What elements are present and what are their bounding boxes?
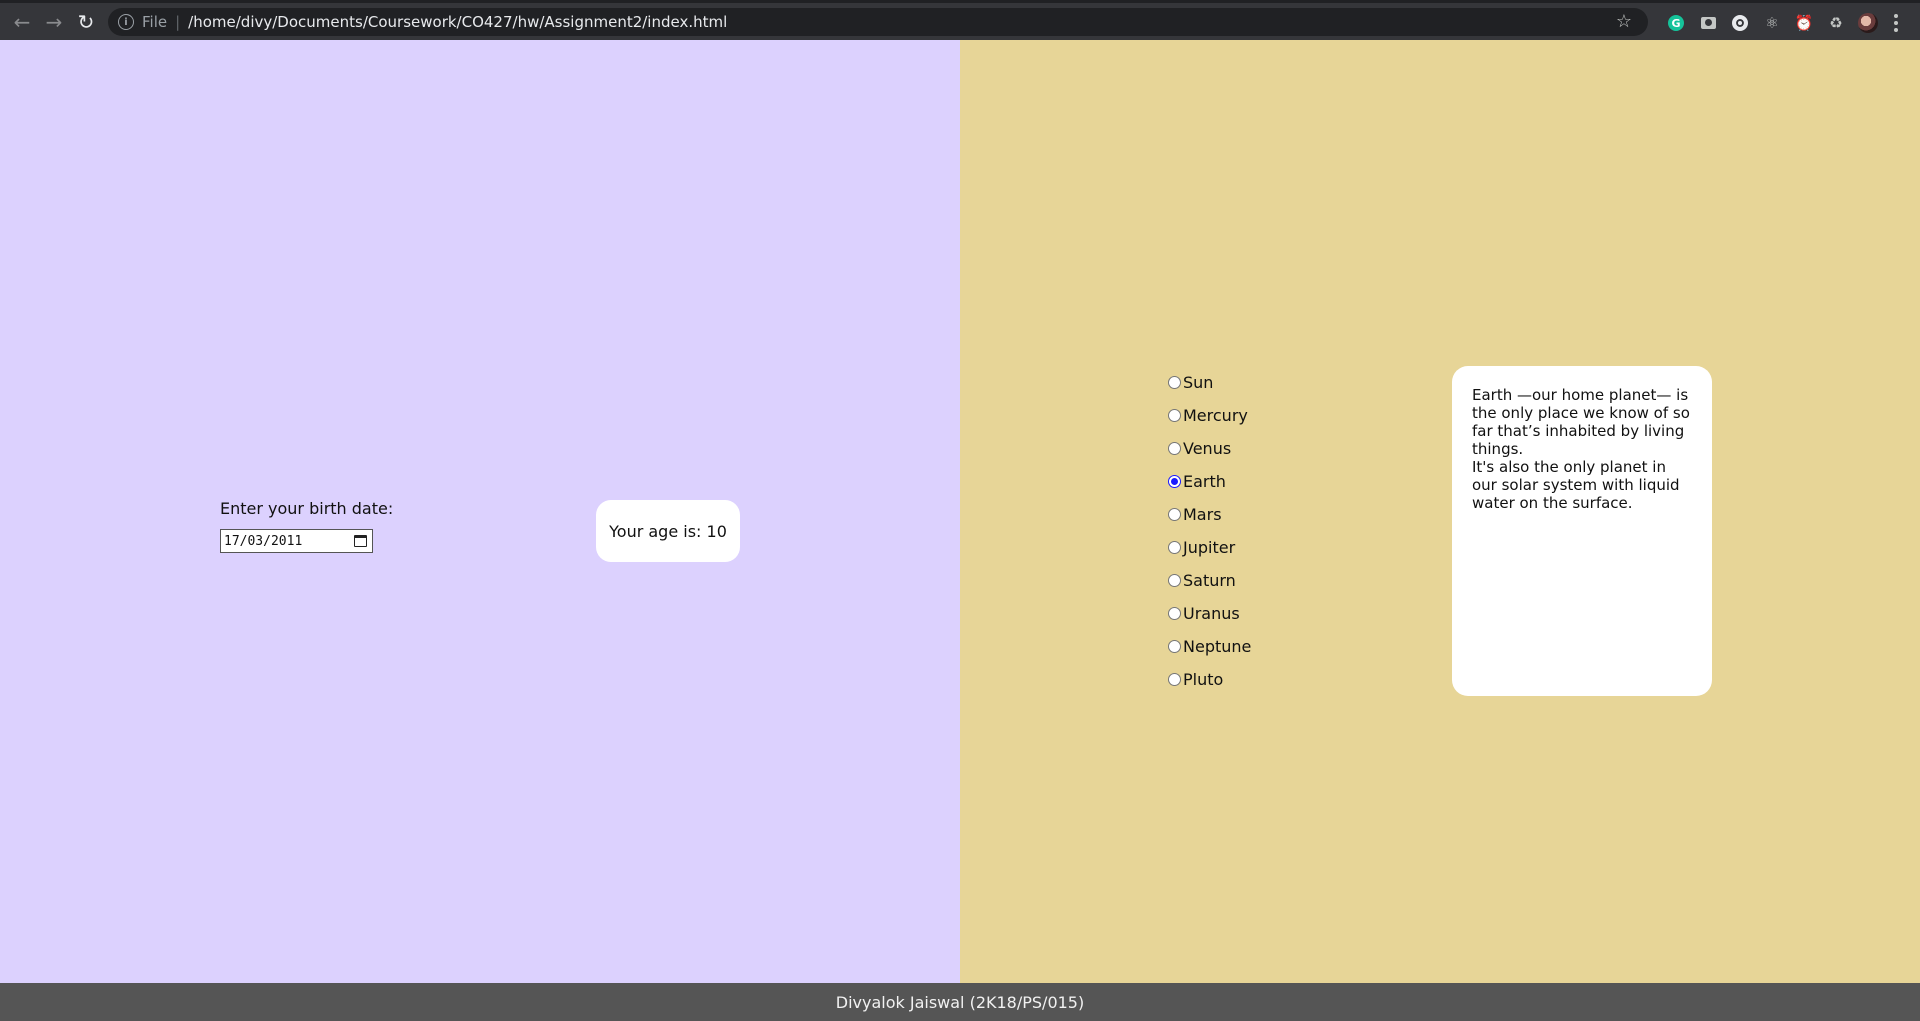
- planet-option-pluto[interactable]: Pluto: [1168, 670, 1251, 703]
- planet-option-venus[interactable]: Venus: [1168, 439, 1251, 472]
- planet-option-neptune[interactable]: Neptune: [1168, 637, 1251, 670]
- back-arrow-icon[interactable]: ←: [6, 6, 38, 38]
- url-text[interactable]: /home/divy/Documents/Coursework/CO427/hw…: [188, 13, 727, 31]
- react-devtools-icon[interactable]: ⚛: [1756, 9, 1788, 37]
- url-scheme: File: [142, 13, 168, 31]
- planet-option-saturn[interactable]: Saturn: [1168, 571, 1251, 604]
- planet-label: Mercury: [1183, 406, 1248, 425]
- birth-date-input[interactable]: 17/03/2011: [220, 529, 373, 553]
- grammarly-icon[interactable]: G: [1660, 9, 1692, 37]
- planet-option-uranus[interactable]: Uranus: [1168, 604, 1251, 637]
- birth-date-label: Enter your birth date:: [220, 499, 394, 518]
- planet-label: Jupiter: [1183, 538, 1236, 557]
- planet-label: Saturn: [1183, 571, 1236, 590]
- radio-button[interactable]: [1168, 640, 1181, 653]
- planet-label: Earth: [1183, 472, 1226, 491]
- menu-dots-icon[interactable]: [1884, 9, 1908, 37]
- age-result-box: Your age is: 10: [596, 500, 740, 562]
- planet-info-box: Earth —our home planet— is the only plac…: [1452, 366, 1712, 696]
- circle-extension-icon[interactable]: [1724, 9, 1756, 37]
- planet-label: Uranus: [1183, 604, 1240, 623]
- planet-option-mercury[interactable]: Mercury: [1168, 406, 1251, 439]
- info-icon[interactable]: i: [118, 14, 134, 30]
- planet-radio-list: Sun Mercury Venus Earth Mars Jupiter Sat…: [1168, 373, 1251, 703]
- footer-author-text: Divyalok Jaiswal (2K18/PS/015): [835, 992, 1085, 1012]
- browser-toolbar: ← → ↻ i File | /home/divy/Documents/Cour…: [0, 0, 1920, 40]
- planet-option-mars[interactable]: Mars: [1168, 505, 1251, 538]
- age-result-text: Your age is: 10: [609, 521, 727, 541]
- planet-option-jupiter[interactable]: Jupiter: [1168, 538, 1251, 571]
- radio-button[interactable]: [1168, 574, 1181, 587]
- alarm-icon[interactable]: ⏰: [1788, 9, 1820, 37]
- reload-icon[interactable]: ↻: [70, 6, 102, 38]
- planet-label: Mars: [1183, 505, 1222, 524]
- puzzle-extensions-icon[interactable]: ♻: [1820, 9, 1852, 37]
- radio-button[interactable]: [1168, 508, 1181, 521]
- age-panel: Enter your birth date: 17/03/2011 Your a…: [0, 40, 960, 983]
- profile-avatar[interactable]: [1852, 9, 1884, 37]
- radio-button[interactable]: [1168, 541, 1181, 554]
- url-separator: |: [175, 13, 181, 31]
- planet-label: Pluto: [1183, 670, 1224, 689]
- planet-label: Venus: [1183, 439, 1232, 458]
- bookmark-star-icon[interactable]: ☆: [1616, 11, 1632, 32]
- radio-button-checked[interactable]: [1168, 475, 1181, 488]
- radio-button[interactable]: [1168, 409, 1181, 422]
- birth-date-value: 17/03/2011: [224, 533, 303, 549]
- calendar-icon[interactable]: [354, 535, 367, 547]
- radio-button[interactable]: [1168, 673, 1181, 686]
- planets-panel: Sun Mercury Venus Earth Mars Jupiter Sat…: [960, 40, 1920, 983]
- planet-option-earth[interactable]: Earth: [1168, 472, 1251, 505]
- camera-icon[interactable]: [1692, 9, 1724, 37]
- page-content: Enter your birth date: 17/03/2011 Your a…: [0, 40, 1920, 983]
- planet-label: Sun: [1183, 373, 1214, 392]
- forward-arrow-icon[interactable]: →: [38, 6, 70, 38]
- planet-description-line2: It's also the only planet in our solar s…: [1472, 458, 1680, 512]
- radio-button[interactable]: [1168, 442, 1181, 455]
- planet-option-sun[interactable]: Sun: [1168, 373, 1251, 406]
- radio-button[interactable]: [1168, 376, 1181, 389]
- planet-description-line1: Earth —our home planet— is the only plac…: [1472, 386, 1690, 458]
- extensions-area: G ⚛ ⏰ ♻: [1660, 9, 1908, 37]
- address-bar[interactable]: i File | /home/divy/Documents/Coursework…: [108, 8, 1648, 36]
- planet-label: Neptune: [1183, 637, 1252, 656]
- page-footer: Divyalok Jaiswal (2K18/PS/015): [0, 983, 1920, 1021]
- radio-button[interactable]: [1168, 607, 1181, 620]
